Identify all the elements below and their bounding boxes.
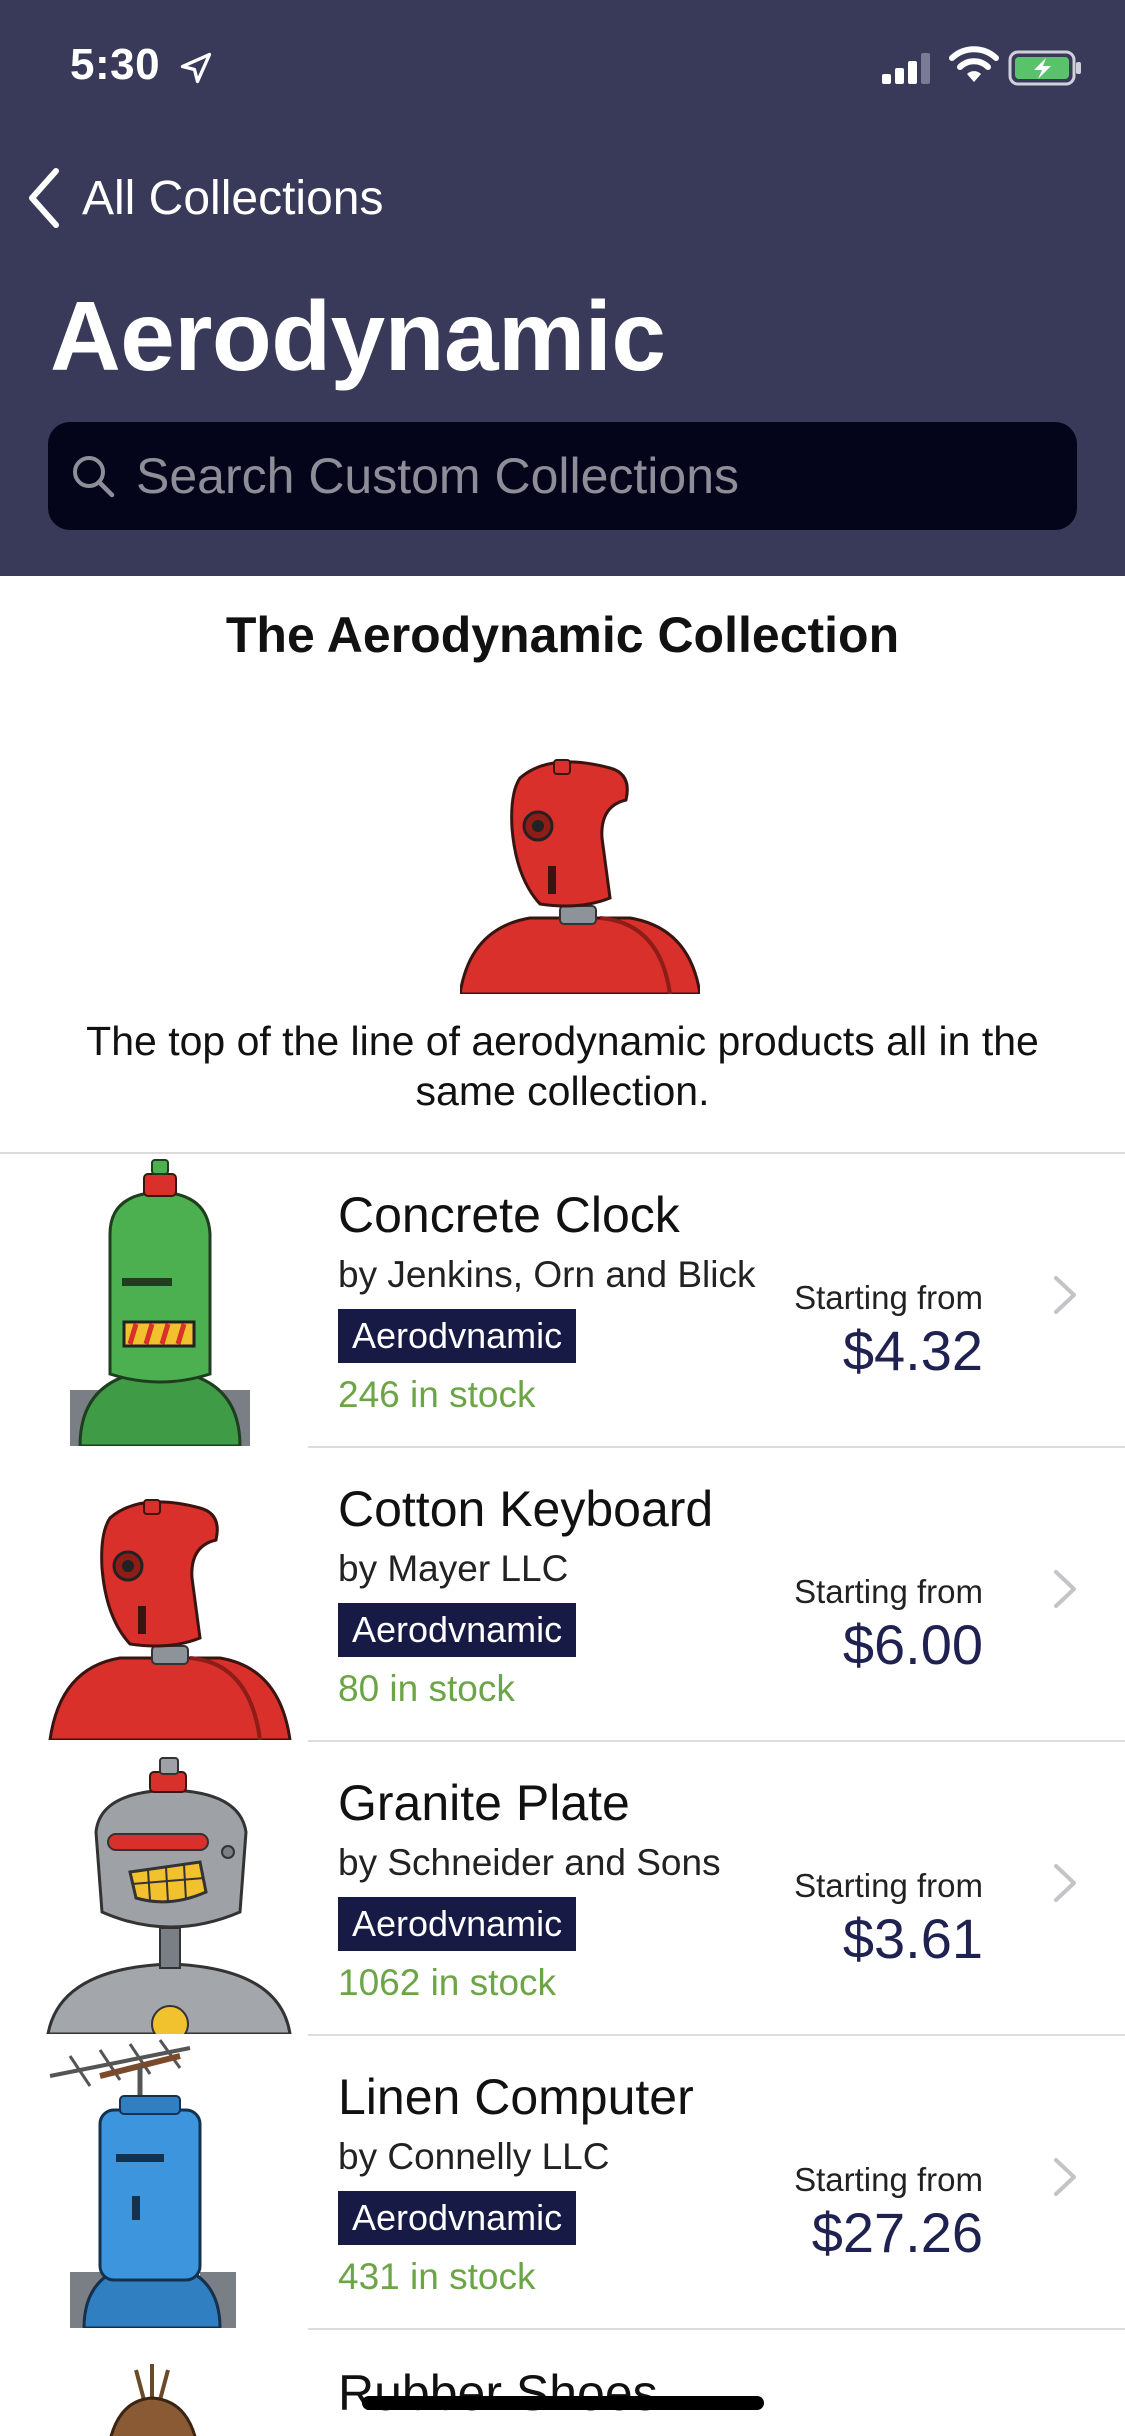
product-tag-badge: Aerodvnamic (338, 1603, 577, 1657)
wifi-icon (949, 46, 999, 82)
product-price: $3.61 (842, 1907, 983, 1970)
chevron-right-icon (1054, 2158, 1076, 2196)
product-price: $6.00 (842, 1613, 983, 1676)
battery-charging-icon (1008, 50, 1081, 86)
page-title: Aerodynamic (50, 281, 666, 391)
product-name: Linen Computer (338, 2069, 694, 2125)
product-row-partial[interactable]: Rubber Shoes (0, 2330, 1125, 2436)
product-vendor: by Jenkins, Orn and Blick (338, 1254, 756, 1295)
price-label: Starting from (794, 1279, 983, 1316)
collection-description: The top of the line of aerodynamic produ… (86, 1018, 1039, 1114)
product-row[interactable]: Linen Computer by Connelly LLC Aerodvnam… (0, 2036, 1125, 2330)
price-label: Starting from (794, 2161, 983, 2198)
location-arrow-icon (180, 52, 212, 84)
product-stock: 431 in stock (338, 2256, 536, 2297)
product-image (48, 1499, 292, 1740)
product-name: Concrete Clock (338, 1187, 680, 1243)
chevron-right-icon (1054, 1276, 1076, 1314)
collection-heading: The Aerodynamic Collection (225, 607, 900, 663)
chevron-right-icon (1054, 1570, 1076, 1608)
product-vendor: by Schneider and Sons (338, 1842, 721, 1883)
product-tag-badge: Aerodvnamic (338, 1309, 577, 1363)
product-stock: 80 in stock (338, 1668, 515, 1709)
product-name: Rubber Shoes (338, 2365, 658, 2421)
product-price: $4.32 (842, 1319, 983, 1382)
search-bar[interactable] (48, 422, 1077, 530)
product-list: Concrete Clock by Jenkins, Orn and Blick… (0, 1154, 1125, 2330)
back-button[interactable]: All Collections (24, 160, 383, 236)
product-vendor: by Connelly LLC (338, 2136, 610, 2177)
cellular-signal-icon (882, 53, 930, 84)
product-tag-badge: Aerodvnamic (338, 1897, 577, 1951)
product-image (109, 2364, 197, 2436)
collection-image (460, 759, 700, 994)
product-row[interactable]: Granite Plate by Schneider and Sons Aero… (0, 1742, 1125, 2036)
chevron-left-icon (29, 168, 59, 228)
product-row[interactable]: Cotton Keyboard by Mayer LLC Aerodvnamic… (0, 1448, 1125, 1742)
status-time: 5:30 (70, 40, 161, 89)
product-image (46, 1757, 292, 2034)
product-vendor: by Mayer LLC (338, 1548, 569, 1589)
price-label: Starting from (794, 1573, 983, 1610)
home-indicator[interactable] (362, 2396, 764, 2410)
search-input[interactable] (134, 446, 1038, 506)
product-tag-badge: Aerodvnamic (338, 2191, 577, 2245)
navigation-header: 5:30 All Collections Aerodynamic (0, 0, 1125, 576)
product-row[interactable]: Concrete Clock by Jenkins, Orn and Blick… (0, 1154, 1125, 1448)
product-name: Cotton Keyboard (338, 1481, 714, 1537)
search-icon (73, 456, 115, 498)
product-stock: 246 in stock (338, 1374, 536, 1415)
product-image (70, 1159, 250, 1446)
price-label: Starting from (794, 1867, 983, 1904)
product-image (49, 2039, 236, 2328)
status-bar: 5:30 (0, 0, 1125, 140)
product-name: Granite Plate (338, 1775, 630, 1831)
product-price: $27.26 (811, 2201, 983, 2264)
back-button-label: All Collections (82, 171, 384, 225)
chevron-right-icon (1054, 1864, 1076, 1902)
product-stock: 1062 in stock (338, 1962, 557, 2003)
